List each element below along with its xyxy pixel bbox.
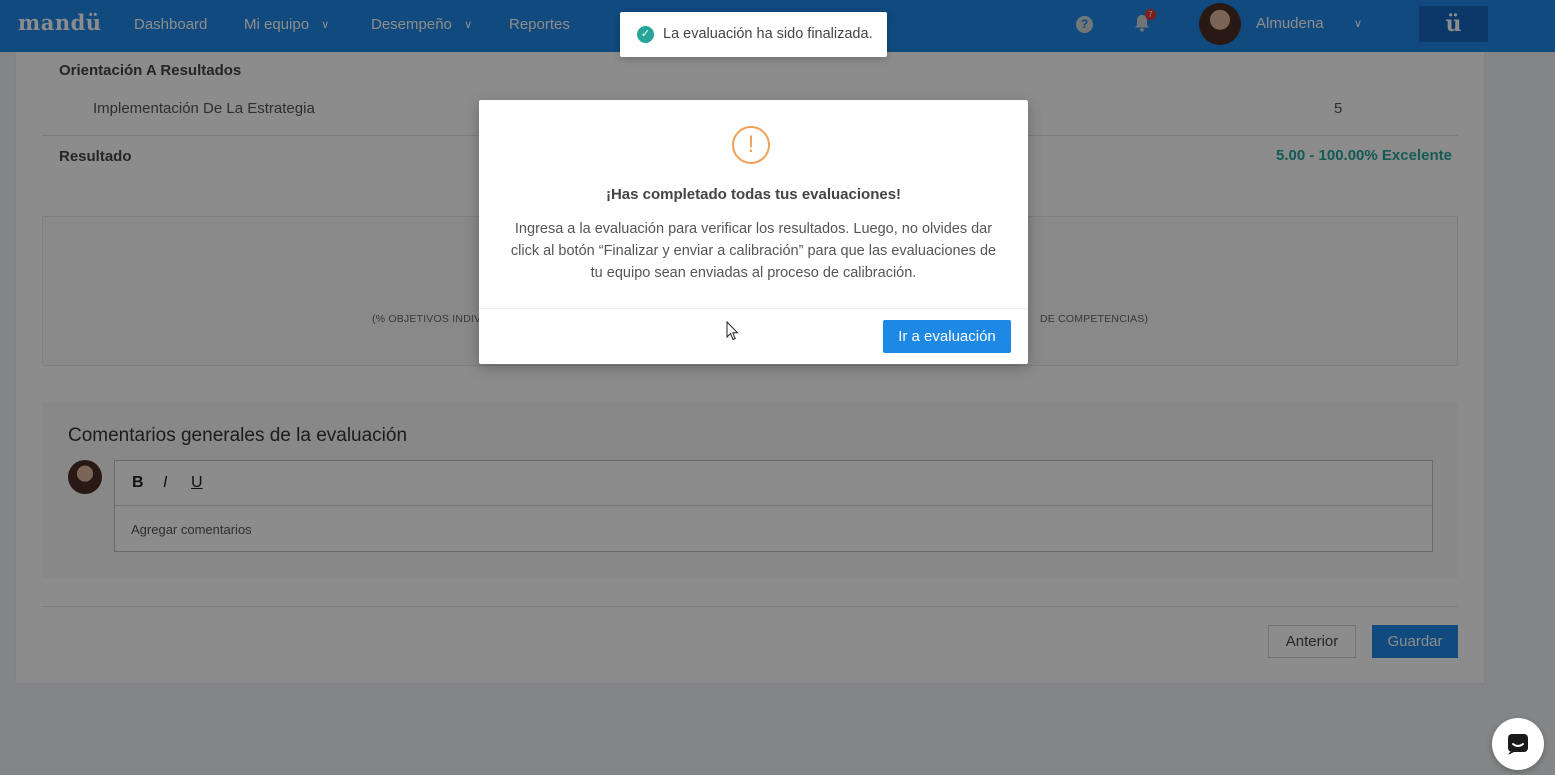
completion-modal: ! ¡Has completado todas tus evaluaciones…	[479, 100, 1028, 364]
mouse-cursor-icon	[726, 321, 739, 341]
go-to-evaluation-button[interactable]: Ir a evaluación	[883, 320, 1011, 353]
toast-message: La evaluación ha sido finalizada.	[663, 26, 873, 42]
modal-body: Ingresa a la evaluación para verificar l…	[510, 221, 997, 281]
chat-icon	[1508, 734, 1528, 755]
check-circle-icon: ✓	[637, 26, 654, 43]
success-toast: ✓ La evaluación ha sido finalizada.	[620, 12, 887, 57]
modal-title: ¡Has completado todas tus evaluaciones!	[605, 186, 902, 203]
chat-launcher-button[interactable]	[1492, 718, 1544, 770]
divider	[479, 308, 1028, 309]
exclamation-icon: !	[732, 126, 770, 164]
